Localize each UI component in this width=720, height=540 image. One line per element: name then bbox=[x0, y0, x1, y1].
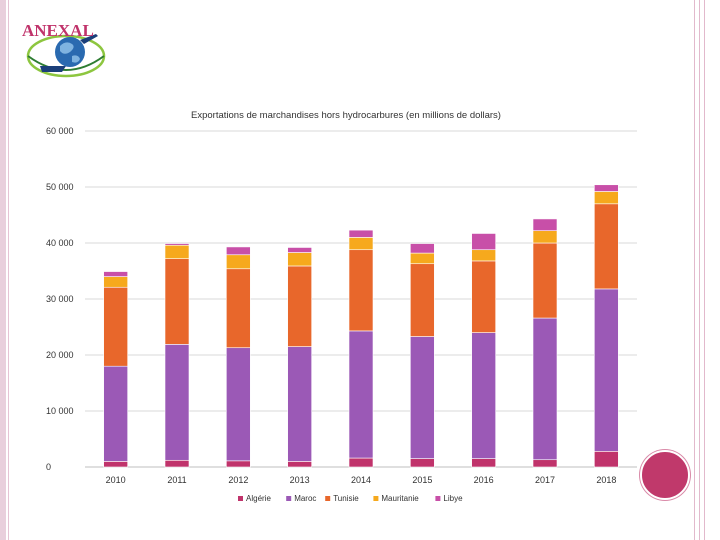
bar-segment-tunisie bbox=[164, 258, 190, 345]
bar-segment-libye bbox=[532, 218, 558, 231]
bar-segment-libye bbox=[103, 271, 128, 277]
bar-segment-maroc bbox=[103, 365, 128, 462]
legend-swatch bbox=[435, 496, 441, 501]
chart-bars bbox=[103, 184, 619, 468]
bar-chart: Exportations de marchandises hors hydroc… bbox=[46, 110, 637, 503]
bar-segment-algérie bbox=[348, 457, 374, 468]
bar-segment-mauritanie bbox=[287, 252, 312, 267]
x-tick-label: 2013 bbox=[290, 475, 310, 485]
legend-swatch bbox=[373, 496, 379, 501]
bar-segment-maroc bbox=[164, 344, 190, 461]
bar-segment-tunisie bbox=[594, 203, 619, 290]
legend-swatch bbox=[286, 496, 292, 501]
bar-segment-algérie bbox=[287, 461, 312, 468]
legend-swatch bbox=[238, 496, 243, 501]
y-tick-label: 0 bbox=[46, 462, 51, 472]
y-tick-label: 30 000 bbox=[46, 294, 74, 304]
bar-segment-algérie bbox=[226, 460, 251, 468]
x-tick-label: 2012 bbox=[228, 475, 248, 485]
bar-segment-tunisie bbox=[103, 286, 128, 367]
x-tick-label: 2018 bbox=[596, 475, 616, 485]
chart-legend: Algérie Maroc Tunisie Mauritanie Libye bbox=[238, 494, 463, 503]
bar-segment-algérie bbox=[471, 458, 496, 468]
bar-segment-libye bbox=[164, 243, 190, 246]
legend-label: Tunisie bbox=[333, 494, 359, 503]
bar-segment-libye bbox=[226, 246, 251, 256]
y-axis-ticks: 0 10 000 20 000 30 000 40 000 50 000 60 000 bbox=[46, 126, 74, 472]
bar-segment-libye bbox=[471, 233, 496, 251]
bar-segment-algérie bbox=[103, 461, 128, 468]
bar-segment-libye bbox=[348, 229, 374, 238]
bar-segment-mauritanie bbox=[471, 249, 496, 262]
bar-segment-algérie bbox=[410, 458, 435, 468]
legend-label: Mauritanie bbox=[381, 494, 419, 503]
bar-segment-maroc bbox=[287, 346, 312, 462]
x-tick-label: 2014 bbox=[351, 475, 371, 485]
x-tick-label: 2010 bbox=[106, 475, 126, 485]
bar-segment-mauritanie bbox=[103, 276, 128, 288]
bar-segment-mauritanie bbox=[348, 237, 374, 251]
bar-segment-maroc bbox=[410, 336, 435, 459]
y-tick-label: 50 000 bbox=[46, 182, 74, 192]
bar-segment-tunisie bbox=[410, 263, 435, 337]
chart-title: Exportations de marchandises hors hydroc… bbox=[191, 110, 501, 121]
decorative-circle bbox=[640, 450, 690, 500]
bar-segment-algérie bbox=[532, 459, 558, 468]
bar-segment-mauritanie bbox=[164, 244, 190, 259]
bar-segment-mauritanie bbox=[594, 191, 619, 205]
x-tick-label: 2016 bbox=[474, 475, 494, 485]
y-tick-label: 60 000 bbox=[46, 126, 74, 136]
bar-segment-maroc bbox=[348, 330, 374, 459]
x-tick-label: 2015 bbox=[412, 475, 432, 485]
bar-segment-libye bbox=[594, 184, 619, 192]
bar-segment-libye bbox=[410, 243, 435, 254]
legend-label: Maroc bbox=[294, 494, 316, 503]
bar-segment-tunisie bbox=[532, 242, 558, 319]
bar-segment-algérie bbox=[594, 451, 619, 468]
bar-segment-mauritanie bbox=[226, 254, 251, 270]
y-tick-label: 40 000 bbox=[46, 238, 74, 248]
bar-segment-maroc bbox=[594, 288, 619, 452]
bar-segment-algérie bbox=[164, 459, 190, 468]
bar-segment-tunisie bbox=[348, 249, 374, 332]
legend-swatch bbox=[325, 496, 331, 501]
bar-segment-maroc bbox=[471, 332, 496, 459]
bar-segment-tunisie bbox=[226, 268, 251, 349]
bar-segment-maroc bbox=[226, 347, 251, 462]
x-axis-ticks: 2010 2011 2012 2013 2014 2015 2016 2017 2018 bbox=[106, 475, 617, 485]
x-tick-label: 2011 bbox=[167, 475, 186, 485]
bar-segment-mauritanie bbox=[532, 230, 558, 244]
bar-segment-maroc bbox=[532, 317, 558, 461]
bar-segment-tunisie bbox=[287, 265, 312, 347]
x-tick-label: 2017 bbox=[535, 475, 555, 485]
bar-segment-tunisie bbox=[471, 260, 496, 333]
bar-segment-mauritanie bbox=[410, 252, 435, 265]
legend-label: Algérie bbox=[246, 494, 271, 503]
y-tick-label: 10 000 bbox=[46, 406, 74, 416]
bar-segment-libye bbox=[287, 247, 312, 253]
legend-label: Libye bbox=[443, 494, 463, 503]
y-tick-label: 20 000 bbox=[46, 350, 74, 360]
